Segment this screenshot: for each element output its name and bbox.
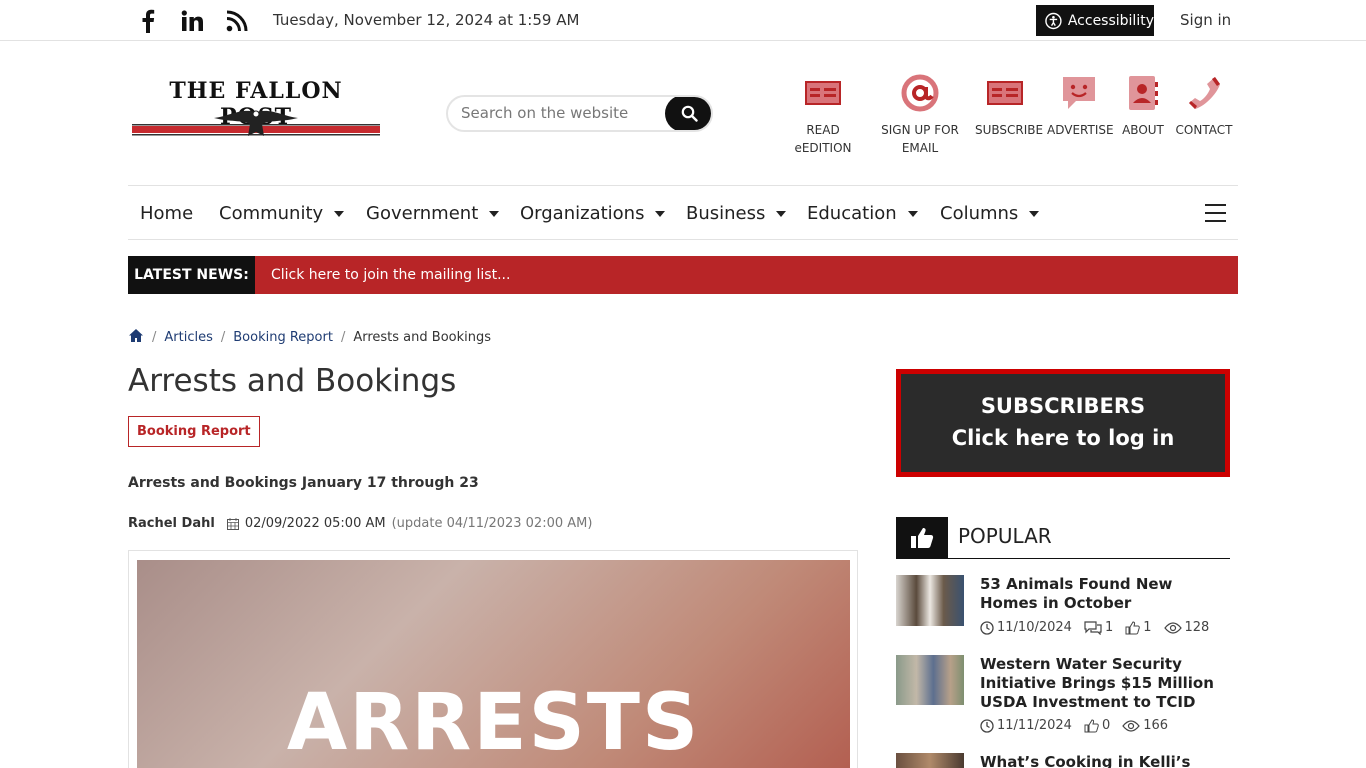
popular-title: POPULAR — [958, 524, 1052, 548]
accessibility-icon — [1045, 12, 1062, 29]
subscribe-label: SUBSCRIBE — [975, 123, 1044, 137]
article-subhead: Arrests and Bookings January 17 through … — [128, 475, 479, 491]
caret-down-icon — [1029, 210, 1040, 217]
email-signup-label: SIGN UP FOR EMAIL — [881, 123, 959, 155]
search-bar — [446, 95, 713, 132]
subscribers-login-banner[interactable]: SUBSCRIBERS Click here to log in — [896, 369, 1230, 477]
smile-chat-icon — [1063, 77, 1095, 109]
nav-columns[interactable]: Columns — [940, 203, 1040, 224]
about-link[interactable]: ABOUT — [1120, 72, 1166, 139]
about-label: ABOUT — [1122, 123, 1164, 137]
latest-news-ticker: LATEST NEWS: Click here to join the mail… — [128, 256, 1238, 294]
breadcrumb-current: Arrests and Bookings — [353, 330, 492, 345]
popular-item: What’s Cooking in Kelli’s Kitchen — [896, 753, 1230, 768]
latest-news-link[interactable]: Click here to join the mailing list... — [271, 267, 510, 283]
like-icon — [1084, 718, 1099, 732]
hamburger-menu-icon[interactable] — [1205, 204, 1226, 222]
eagle-banner-icon — [132, 110, 380, 136]
nav-government[interactable]: Government — [366, 203, 500, 224]
search-input[interactable] — [461, 104, 661, 122]
popular-thumbnail[interactable] — [896, 575, 964, 626]
popular-item: 53 Animals Found New Homes in October 11… — [896, 575, 1230, 645]
top-bar: Tuesday, November 12, 2024 at 1:59 AM Ac… — [0, 0, 1366, 41]
linkedin-icon[interactable] — [177, 6, 207, 36]
hero-image-frame: ARRESTS — [128, 550, 858, 768]
search-icon — [681, 105, 698, 122]
read-eedition-label: READ eEDITION — [794, 123, 852, 155]
caret-down-icon — [655, 210, 666, 217]
article-meta: Rachel Dahl 02/09/2022 05:00 AM (update … — [128, 516, 592, 531]
hero-image[interactable]: ARRESTS — [137, 560, 850, 768]
sign-in-link[interactable]: Sign in — [1180, 11, 1231, 29]
site-logo[interactable]: THE FALLON POST — [130, 78, 382, 144]
subscribe-link[interactable]: SUBSCRIBE — [975, 72, 1044, 139]
clock-icon — [980, 718, 994, 733]
facebook-icon[interactable] — [133, 6, 163, 36]
contact-link[interactable]: CONTACT — [1174, 72, 1234, 139]
advertise-link[interactable]: ADVERTISE — [1047, 72, 1114, 139]
phone-icon — [1189, 77, 1220, 109]
author-name[interactable]: Rachel Dahl — [128, 516, 215, 531]
current-date: Tuesday, November 12, 2024 at 1:59 AM — [273, 11, 580, 29]
eye-icon — [1163, 621, 1182, 634]
calendar-icon — [226, 517, 239, 530]
read-eedition-link[interactable]: READ eEDITION — [793, 72, 853, 157]
popular-item-title[interactable]: Western Water Security Initiative Brings… — [980, 655, 1230, 712]
comments-icon — [1084, 620, 1102, 635]
eye-icon — [1122, 719, 1140, 732]
popular-item-meta: 11/11/2024 0 166 — [980, 718, 1176, 733]
thumbs-up-icon — [896, 517, 948, 558]
publish-date: 02/09/2022 05:00 AM — [244, 516, 386, 531]
caret-down-icon — [776, 210, 787, 217]
at-icon — [901, 74, 939, 112]
category-tag[interactable]: Booking Report — [128, 416, 260, 447]
nav-organizations[interactable]: Organizations — [520, 203, 666, 224]
caret-down-icon — [489, 210, 500, 217]
breadcrumb: / Articles / Booking Report / Arrests an… — [128, 328, 491, 347]
hero-image-text: ARRESTS — [286, 678, 701, 768]
nav-education[interactable]: Education — [807, 203, 918, 224]
newspaper-icon — [987, 81, 1023, 105]
accessibility-label: Accessibility — [1067, 12, 1154, 29]
contact-book-icon — [1129, 76, 1158, 110]
search-button[interactable] — [665, 97, 711, 130]
popular-thumbnail[interactable] — [896, 655, 964, 705]
newspaper-icon — [805, 81, 841, 105]
accessibility-button[interactable]: Accessibility — [1036, 5, 1154, 36]
home-icon[interactable] — [128, 328, 144, 347]
popular-item-meta: 11/10/2024 1 1 128 — [980, 620, 1217, 635]
nav-community[interactable]: Community — [219, 203, 345, 224]
advertise-label: ADVERTISE — [1047, 123, 1114, 137]
popular-heading: POPULAR — [896, 517, 1230, 559]
clock-icon — [980, 620, 994, 635]
rss-icon[interactable] — [222, 6, 252, 36]
subscribers-login-text: Click here to log in — [951, 426, 1175, 450]
subscribers-heading: SUBSCRIBERS — [980, 394, 1146, 418]
breadcrumb-articles[interactable]: Articles — [164, 330, 212, 345]
caret-down-icon — [907, 210, 918, 217]
main-nav: Home Community Government Organizations … — [128, 185, 1238, 240]
popular-item-title[interactable]: What’s Cooking in Kelli’s Kitchen — [980, 753, 1230, 768]
latest-news-label: LATEST NEWS: — [128, 256, 255, 294]
breadcrumb-booking-report[interactable]: Booking Report — [233, 330, 333, 345]
article-title: Arrests and Bookings — [128, 363, 457, 399]
popular-item: Western Water Security Initiative Brings… — [896, 655, 1230, 735]
nav-home[interactable]: Home — [140, 203, 193, 224]
contact-label: CONTACT — [1175, 123, 1233, 137]
nav-business[interactable]: Business — [686, 203, 787, 224]
popular-item-title[interactable]: 53 Animals Found New Homes in October — [980, 575, 1230, 613]
email-signup-link[interactable]: SIGN UP FOR EMAIL — [880, 72, 960, 157]
caret-down-icon — [334, 210, 345, 217]
like-icon — [1125, 620, 1140, 634]
popular-thumbnail[interactable] — [896, 753, 964, 768]
update-date: (update 04/11/2023 02:00 AM) — [391, 516, 593, 531]
